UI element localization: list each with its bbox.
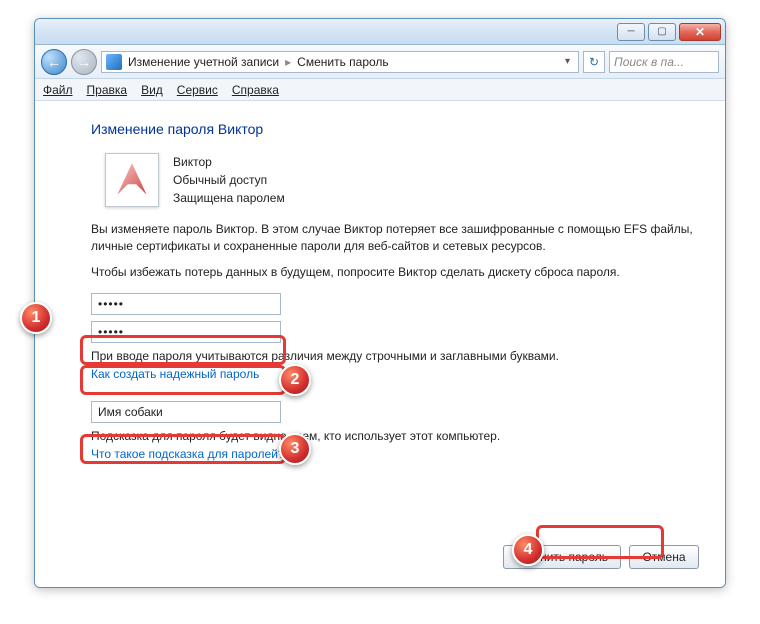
content: Изменение пароля Виктор Виктор Обычный д…: [35, 103, 725, 587]
menubar: Файл Правка Вид Сервис Справка: [35, 79, 725, 101]
address-bar[interactable]: Изменение учетной записи ▸ Сменить парол…: [101, 51, 579, 73]
page-title: Изменение пароля Виктор: [91, 121, 697, 137]
warning-text-2: Чтобы избежать потерь данных в будущем, …: [91, 264, 697, 281]
user-row: Виктор Обычный доступ Защищена паролем: [105, 153, 697, 207]
close-button[interactable]: ✕: [679, 23, 721, 41]
avatar: [105, 153, 159, 207]
hint-help-link[interactable]: Что такое подсказка для паролей?: [91, 447, 285, 461]
warning-text-1: Вы изменяете пароль Виктор. В этом случа…: [91, 221, 697, 256]
breadcrumb-item[interactable]: Изменение учетной записи: [128, 55, 279, 69]
minimize-button[interactable]: ─: [617, 23, 645, 41]
menu-edit[interactable]: Правка: [87, 83, 128, 97]
user-info: Виктор Обычный доступ Защищена паролем: [173, 153, 285, 207]
new-password-input[interactable]: [91, 293, 281, 315]
maximize-button[interactable]: ▢: [648, 23, 676, 41]
titlebar: ─ ▢ ✕: [35, 19, 725, 45]
menu-help[interactable]: Справка: [232, 83, 279, 97]
hint-note: Подсказка для пароля будет видна всем, к…: [91, 429, 697, 443]
case-note: При вводе пароля учитываются различия ме…: [91, 349, 697, 363]
change-password-button[interactable]: Сменить пароль: [503, 545, 621, 569]
address-dropdown-icon[interactable]: ▾: [561, 56, 574, 67]
menu-tools[interactable]: Сервис: [177, 83, 218, 97]
footer-buttons: Сменить пароль Отмена: [503, 545, 699, 569]
search-input[interactable]: Поиск в па...: [609, 51, 719, 73]
confirm-password-input[interactable]: [91, 321, 281, 343]
navbar: ← → Изменение учетной записи ▸ Сменить п…: [35, 45, 725, 79]
avatar-image: [111, 159, 153, 201]
strong-password-link[interactable]: Как создать надежный пароль: [91, 367, 259, 381]
user-protected: Защищена паролем: [173, 189, 285, 207]
forward-button[interactable]: →: [71, 49, 97, 75]
user-access: Обычный доступ: [173, 171, 285, 189]
window: ─ ▢ ✕ ← → Изменение учетной записи ▸ Сме…: [34, 18, 726, 588]
password-hint-input[interactable]: [91, 401, 281, 423]
menu-view[interactable]: Вид: [141, 83, 163, 97]
cancel-button[interactable]: Отмена: [629, 545, 699, 569]
refresh-button[interactable]: ↻: [583, 51, 605, 73]
user-name: Виктор: [173, 153, 285, 171]
location-icon: [106, 54, 122, 70]
breadcrumb-item[interactable]: Сменить пароль: [297, 55, 389, 69]
breadcrumb-sep-icon: ▸: [285, 55, 291, 69]
menu-file[interactable]: Файл: [43, 83, 73, 97]
back-button[interactable]: ←: [41, 49, 67, 75]
